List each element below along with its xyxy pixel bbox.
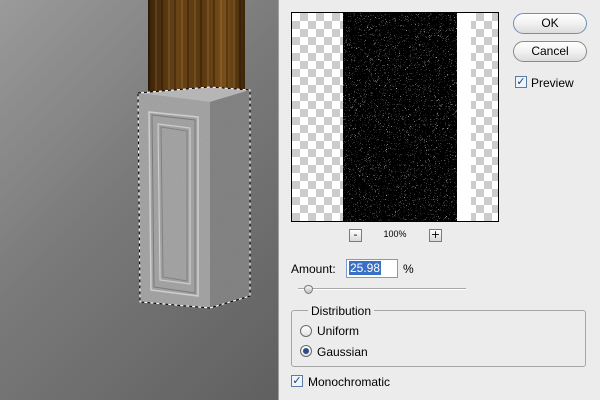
distribution-title: Distribution [308, 304, 375, 318]
preview-checkbox[interactable]: ✓ [515, 76, 527, 88]
slider-thumb-icon[interactable] [304, 285, 313, 294]
zoom-in-button[interactable]: + [429, 229, 442, 242]
monochromatic-checkbox[interactable]: ✓ [291, 375, 303, 387]
ok-button[interactable]: OK [513, 13, 587, 34]
amount-unit: % [403, 262, 414, 276]
filter-preview[interactable] [291, 12, 499, 222]
cancel-button[interactable]: Cancel [513, 41, 587, 62]
stone-pedestal [137, 86, 251, 309]
gaussian-label[interactable]: Gaussian [317, 345, 368, 359]
amount-input[interactable]: 25.98 [346, 259, 398, 278]
radio-empty-icon[interactable] [300, 325, 312, 337]
add-noise-dialog: - 100% + OK Cancel ✓ Preview Amount: 25.… [278, 0, 600, 400]
preview-label: Preview [531, 76, 574, 90]
radio-selected-icon[interactable] [300, 345, 312, 357]
monochromatic-label: Monochromatic [308, 375, 391, 389]
amount-slider-track[interactable] [298, 288, 466, 290]
check-icon: ✓ [516, 75, 526, 88]
check-icon: ✓ [292, 374, 302, 387]
uniform-label[interactable]: Uniform [317, 324, 359, 338]
preview-white-band [457, 13, 471, 221]
noise-preview-image [343, 13, 457, 221]
zoom-out-button[interactable]: - [349, 229, 362, 242]
amount-label: Amount: [291, 262, 336, 276]
zoom-level: 100% [383, 229, 407, 239]
amount-value: 25.98 [349, 261, 382, 275]
image-canvas[interactable] [0, 0, 278, 400]
